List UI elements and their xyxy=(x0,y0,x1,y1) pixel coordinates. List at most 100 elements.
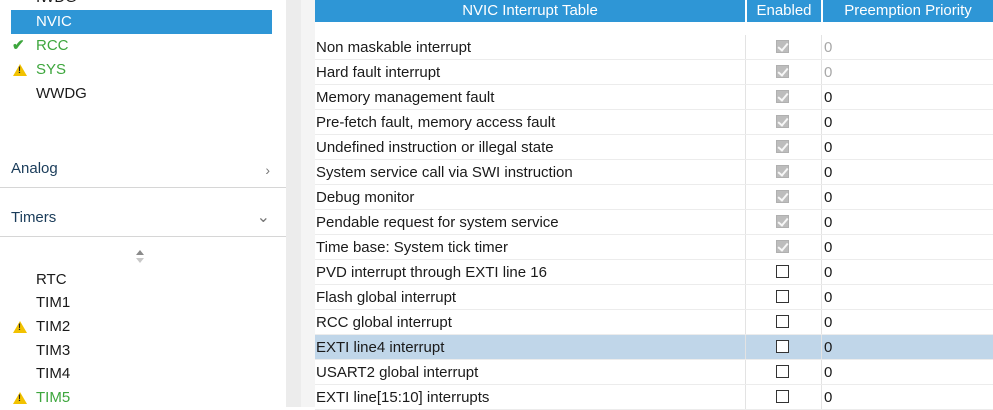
sidebar-item-tim1[interactable]: TIM1 xyxy=(11,291,272,315)
column-divider xyxy=(745,385,746,410)
column-divider xyxy=(745,335,746,360)
sidebar-item-label: WWDG xyxy=(36,85,87,102)
interrupt-name: PVD interrupt through EXTI line 16 xyxy=(316,264,547,281)
column-divider xyxy=(745,110,746,135)
sidebar-item-sys[interactable]: SYS xyxy=(11,58,272,82)
column-header-interrupt[interactable]: NVIC Interrupt Table xyxy=(315,0,745,22)
column-divider xyxy=(745,160,746,185)
table-row[interactable]: Pendable request for system service 0 xyxy=(315,210,993,235)
preemption-priority-value[interactable]: 0 xyxy=(824,60,832,85)
preemption-priority-value[interactable]: 0 xyxy=(824,185,832,210)
enabled-checkbox xyxy=(776,115,789,128)
sidebar-item-label: TIM4 xyxy=(36,365,71,382)
warning-icon xyxy=(13,321,27,333)
interrupt-name: System service call via SWI instruction xyxy=(316,164,573,181)
interrupt-name: USART2 global interrupt xyxy=(316,364,479,381)
sidebar-item-wwdg[interactable]: WWDG xyxy=(11,82,272,106)
column-divider xyxy=(821,310,822,335)
column-divider xyxy=(745,35,746,60)
enabled-checkbox[interactable] xyxy=(776,390,789,403)
column-divider xyxy=(745,235,746,260)
column-divider xyxy=(745,285,746,310)
column-divider xyxy=(821,60,822,85)
preemption-priority-value[interactable]: 0 xyxy=(824,35,832,60)
table-row[interactable]: PVD interrupt through EXTI line 16 0 xyxy=(315,260,993,285)
preemption-priority-value[interactable]: 0 xyxy=(824,285,832,310)
interrupt-name: Undefined instruction or illegal state xyxy=(316,139,554,156)
sidebar-item-tim3[interactable]: TIM3 xyxy=(11,339,272,363)
column-header-enabled[interactable]: Enabled xyxy=(747,0,821,22)
enabled-checkbox xyxy=(776,140,789,153)
preemption-priority-value[interactable]: 0 xyxy=(824,160,832,185)
enabled-checkbox xyxy=(776,165,789,178)
table-row[interactable]: Undefined instruction or illegal state 0 xyxy=(315,135,993,160)
sidebar-item-rcc[interactable]: ✔ RCC xyxy=(11,34,272,58)
sidebar-item-label: NVIC xyxy=(36,13,72,30)
preemption-priority-value[interactable]: 0 xyxy=(824,260,832,285)
column-divider xyxy=(821,360,822,385)
table-row[interactable]: Flash global interrupt 0 xyxy=(315,285,993,310)
enabled-checkbox[interactable] xyxy=(776,365,789,378)
preemption-priority-value[interactable]: 0 xyxy=(824,235,832,260)
preemption-priority-value[interactable]: 0 xyxy=(824,335,832,360)
column-divider xyxy=(821,210,822,235)
sidebar-item-label: TIM3 xyxy=(36,342,71,359)
table-row[interactable]: EXTI line4 interrupt 0 xyxy=(315,335,993,360)
enabled-checkbox[interactable] xyxy=(776,315,789,328)
nvic-interrupt-table: NVIC Interrupt Table Enabled Preemption … xyxy=(315,0,993,410)
interrupt-name: Memory management fault xyxy=(316,89,495,106)
enabled-checkbox[interactable] xyxy=(776,340,789,353)
preemption-priority-value[interactable]: 0 xyxy=(824,135,832,160)
sidebar-item-label: SYS xyxy=(36,61,67,78)
preemption-priority-value[interactable]: 0 xyxy=(824,310,832,335)
table-row[interactable]: System service call via SWI instruction 0 xyxy=(315,160,993,185)
column-divider xyxy=(745,85,746,110)
column-divider xyxy=(745,185,746,210)
sidebar-item-rtc[interactable]: RTC xyxy=(11,268,272,292)
table-row[interactable]: Memory management fault 0 xyxy=(315,85,993,110)
scroll-up-icon[interactable] xyxy=(136,250,144,255)
table-row[interactable]: Debug monitor 0 xyxy=(315,185,993,210)
enabled-checkbox xyxy=(776,90,789,103)
sidebar-item-tim4[interactable]: TIM4 xyxy=(11,362,272,386)
interrupt-name: RCC global interrupt xyxy=(316,314,452,331)
category-timers[interactable]: Timers ⌄ xyxy=(0,202,286,237)
sidebar-item-label: TIM5 xyxy=(36,389,71,406)
column-divider xyxy=(821,335,822,360)
column-divider xyxy=(745,60,746,85)
sidebar-item-nvic[interactable]: NVIC xyxy=(11,10,272,34)
sidebar-item-iwdg[interactable]: IWDG xyxy=(11,0,272,10)
table-row[interactable]: Non maskable interrupt 0 xyxy=(315,35,993,60)
warning-icon xyxy=(13,64,27,76)
column-divider xyxy=(821,110,822,135)
table-row[interactable]: Hard fault interrupt 0 xyxy=(315,60,993,85)
interrupt-name: Hard fault interrupt xyxy=(316,64,441,81)
preemption-priority-value[interactable]: 0 xyxy=(824,85,832,110)
sidebar-item-tim2[interactable]: TIM2 xyxy=(11,315,272,339)
sidebar-item-label: RTC xyxy=(36,271,67,288)
column-header-preemption-priority[interactable]: Preemption Priority xyxy=(823,0,993,22)
preemption-priority-value[interactable]: 0 xyxy=(824,385,832,410)
table-row[interactable]: EXTI line[15:10] interrupts 0 xyxy=(315,385,993,410)
scroll-arrows-icon[interactable] xyxy=(134,250,146,264)
table-row[interactable]: USART2 global interrupt 0 xyxy=(315,360,993,385)
enabled-checkbox[interactable] xyxy=(776,290,789,303)
splitter[interactable] xyxy=(286,0,301,407)
scroll-down-icon[interactable] xyxy=(136,258,144,263)
sidebar-item-tim5[interactable]: TIM5 xyxy=(11,386,272,410)
table-row[interactable]: Pre-fetch fault, memory access fault 0 xyxy=(315,110,993,135)
table-row[interactable]: Time base: System tick timer 0 xyxy=(315,235,993,260)
enabled-checkbox xyxy=(776,40,789,53)
check-icon: ✔ xyxy=(12,37,25,54)
sidebar-item-label: IWDG xyxy=(36,0,77,10)
column-divider xyxy=(821,385,822,410)
warning-icon xyxy=(13,392,27,404)
table-row[interactable]: RCC global interrupt 0 xyxy=(315,310,993,335)
preemption-priority-value[interactable]: 0 xyxy=(824,110,832,135)
sidebar-item-label: TIM2 xyxy=(36,318,71,335)
enabled-checkbox[interactable] xyxy=(776,265,789,278)
column-divider xyxy=(745,310,746,335)
preemption-priority-value[interactable]: 0 xyxy=(824,360,832,385)
preemption-priority-value[interactable]: 0 xyxy=(824,210,832,235)
category-analog[interactable]: Analog › xyxy=(0,153,286,188)
